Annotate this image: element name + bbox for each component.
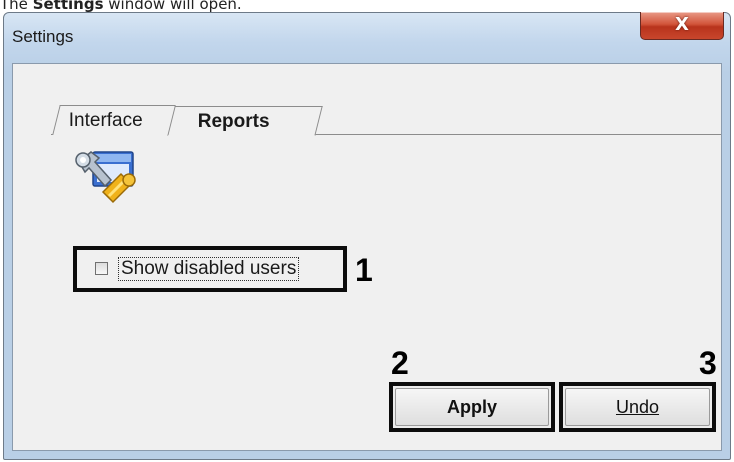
title-bar[interactable]: Settings X bbox=[4, 12, 730, 63]
callout-2: 2 bbox=[391, 345, 409, 381]
apply-button-highlight: Apply bbox=[389, 382, 555, 432]
show-disabled-users-checkbox[interactable] bbox=[95, 262, 108, 275]
tab-strip: Interface Reports bbox=[51, 100, 721, 140]
show-disabled-users-label[interactable]: Show disabled users bbox=[117, 257, 300, 281]
show-disabled-users-highlight: Show disabled users bbox=[73, 246, 347, 292]
undo-button-highlight: Undo bbox=[559, 382, 716, 432]
tab-reports-label: Reports bbox=[197, 111, 270, 132]
close-button[interactable]: X bbox=[640, 12, 724, 40]
tab-interface[interactable]: Interface bbox=[52, 105, 176, 135]
settings-window: Settings X Interface Reports Show disabl… bbox=[3, 12, 731, 460]
undo-button[interactable]: Undo bbox=[565, 388, 710, 426]
tab-interface-label: Interface bbox=[68, 110, 143, 131]
settings-wrench-icon bbox=[75, 151, 136, 204]
undo-button-label: Undo bbox=[615, 397, 660, 417]
close-icon: X bbox=[675, 14, 689, 35]
callout-1: 1 bbox=[355, 252, 373, 288]
window-title: Settings bbox=[12, 27, 74, 46]
callout-3: 3 bbox=[699, 345, 717, 381]
tab-reports[interactable]: Reports bbox=[167, 106, 323, 136]
apply-button[interactable]: Apply bbox=[395, 388, 549, 426]
window-client-area: Interface Reports Show disabled users 1 … bbox=[12, 63, 722, 451]
